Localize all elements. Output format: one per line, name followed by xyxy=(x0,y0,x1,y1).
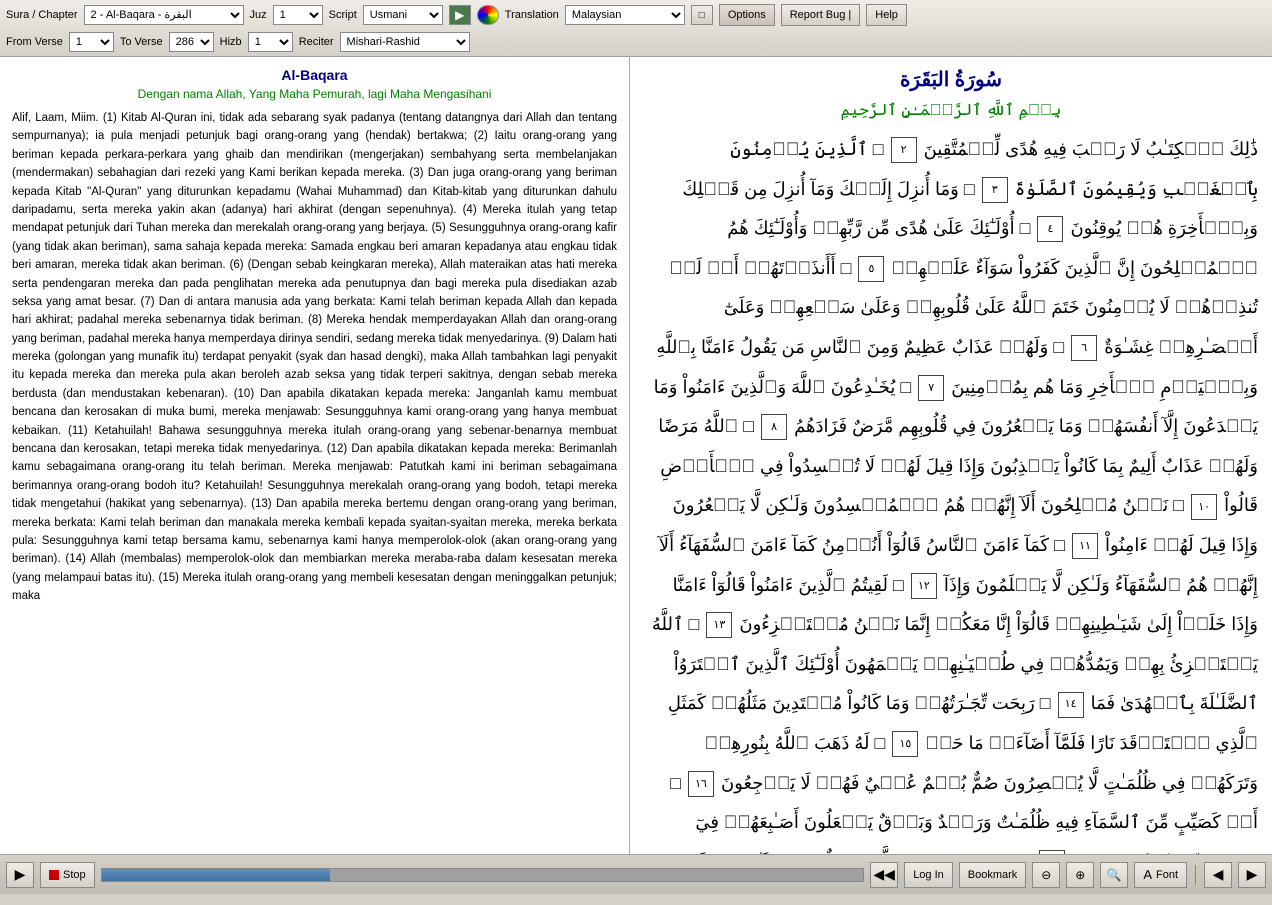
font-label: Font xyxy=(1156,869,1178,881)
play-script-btn[interactable]: ▶ xyxy=(449,5,471,25)
arabic-pane[interactable]: سُورَةُ البَقَرَة بِسۡمِ ٱللَّهِ ٱلرَّحۡ… xyxy=(630,57,1272,854)
script-select[interactable]: Usmani xyxy=(363,5,443,25)
from-verse-select[interactable]: 1 xyxy=(69,32,114,52)
progress-bar[interactable] xyxy=(101,868,865,882)
stop-button[interactable]: Stop xyxy=(40,862,95,888)
translation-pane[interactable]: Al-Baqara Dengan nama Allah, Yang Maha P… xyxy=(0,57,630,854)
color-circle-btn[interactable] xyxy=(477,5,499,25)
arabic-verse: أَوۡ كَصَيِّبٍ مِّنَ ٱلسَّمَآءِ فِيهِ ظُ… xyxy=(695,812,1258,854)
zoom-in-btn[interactable]: 🔍 xyxy=(1100,862,1128,888)
hizb-label: Hizb xyxy=(220,36,242,48)
reciter-label: Reciter xyxy=(299,36,334,48)
translation-label: Translation xyxy=(505,9,559,21)
stop-indicator xyxy=(49,870,59,880)
sura-label: Sura / Chapter xyxy=(6,9,78,21)
hizb-select[interactable]: 1 xyxy=(248,32,293,52)
toolbar-row2: From Verse 1 To Verse 286 Hizb 1 Reciter… xyxy=(6,32,1266,52)
statusbar: ▶ Stop ◀◀ Log In Bookmark ⊖ ⊕ 🔍 A Font ◀… xyxy=(0,854,1272,894)
nav-prev-btn[interactable]: ◀ xyxy=(1204,862,1232,888)
font-icon: A xyxy=(1143,867,1152,882)
script-label: Script xyxy=(329,9,357,21)
bookmark-button[interactable]: Bookmark xyxy=(959,862,1027,888)
arabic-verses: ذَٰلِكَ ٱلۡكِتَـٰبُ لَا رَيۡبَ فِيهِ هُد… xyxy=(644,130,1258,854)
from-verse-label: From Verse xyxy=(6,36,63,48)
progress-fill xyxy=(102,869,330,881)
juz-select[interactable]: 1 xyxy=(273,5,323,25)
to-verse-select[interactable]: 286 xyxy=(169,32,214,52)
font-button[interactable]: A Font xyxy=(1134,862,1187,888)
main-toolbar: Sura / Chapter 2 - Al-Baqara - البقرة Ju… xyxy=(0,0,1272,57)
translation-bismillah: Dengan nama Allah, Yang Maha Pemurah, la… xyxy=(12,87,617,101)
translation-text: Alif, Laam, Miim. (1) Kitab Al-Quran ini… xyxy=(12,109,617,606)
arabic-verse: ذَٰلِكَ ٱلۡكِتَـٰبُ لَا رَيۡبَ فِيهِ هُد… xyxy=(868,139,1258,159)
separator xyxy=(1195,865,1196,885)
translation-toggle-btn[interactable]: □ xyxy=(691,5,713,25)
juz-label: Juz xyxy=(250,9,267,21)
help-button[interactable]: Help xyxy=(866,4,907,26)
toolbar-row1: Sura / Chapter 2 - Al-Baqara - البقرة Ju… xyxy=(6,4,1266,26)
sura-select[interactable]: 2 - Al-Baqara - البقرة xyxy=(84,5,244,25)
arabic-title: سُورَةُ البَقَرَة xyxy=(644,67,1258,92)
play-button[interactable]: ▶ xyxy=(6,862,34,888)
log-in-button[interactable]: Log In xyxy=(904,862,953,888)
zoom-expand-btn[interactable]: ⊕ xyxy=(1066,862,1094,888)
reciter-select[interactable]: Mishari-Rashid xyxy=(340,32,470,52)
nav-left-arrow[interactable]: ◀◀ xyxy=(870,862,898,888)
zoom-shrink-btn[interactable]: ⊖ xyxy=(1032,862,1060,888)
translation-select[interactable]: Malaysian xyxy=(565,5,685,25)
options-button[interactable]: Options xyxy=(719,4,775,26)
nav-next-btn[interactable]: ▶ xyxy=(1238,862,1266,888)
main-area: Al-Baqara Dengan nama Allah, Yang Maha P… xyxy=(0,57,1272,854)
translation-title: Al-Baqara xyxy=(12,67,617,83)
stop-label: Stop xyxy=(63,869,86,881)
to-verse-label: To Verse xyxy=(120,36,163,48)
arabic-bismillah: بِسۡمِ ٱللَّهِ ٱلرَّحۡمَـٰنِ ٱلرَّحِيمِ xyxy=(644,100,1258,120)
report-bug-button[interactable]: Report Bug | xyxy=(781,4,861,26)
